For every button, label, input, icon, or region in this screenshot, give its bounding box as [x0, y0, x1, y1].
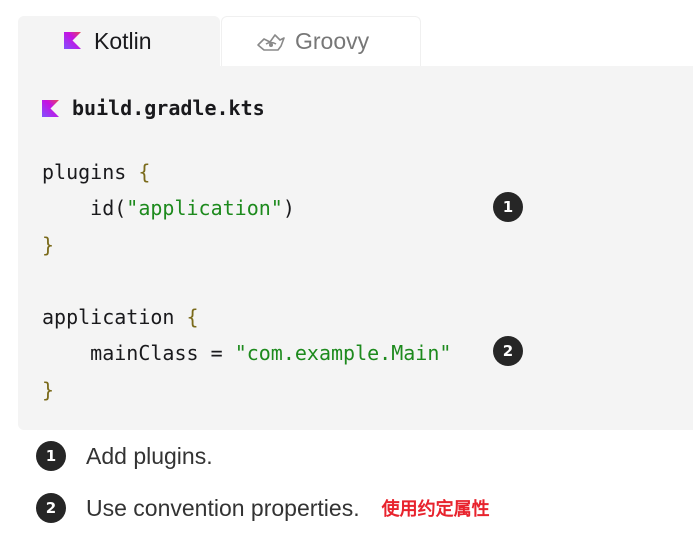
kotlin-logo-icon	[64, 32, 81, 49]
code-property: mainClass	[90, 341, 199, 366]
callout-note-2: 2 Use convention properties. 使用约定属性	[36, 493, 490, 523]
note-annotation: 使用约定属性	[381, 499, 490, 520]
tab-kotlin[interactable]: Kotlin	[18, 16, 220, 66]
kotlin-logo-icon	[42, 99, 59, 117]
code-string: "com.example.Main"	[234, 341, 452, 366]
file-header: build.gradle.kts	[42, 96, 265, 120]
code-brace: {	[138, 160, 151, 184]
language-tabs: Kotlin Groovy	[18, 16, 693, 67]
docs-page: Kotlin Groovy build.gradle.kts plugins {…	[0, 0, 693, 549]
code-callout-1: 1	[493, 192, 523, 222]
code-content[interactable]: plugins { id("application") } applicatio…	[42, 154, 451, 408]
note-callout-number: 2	[36, 493, 66, 523]
code-callout-2: 2	[493, 336, 523, 366]
tab-kotlin-label: Kotlin	[94, 27, 152, 54]
note-callout-number: 1	[36, 441, 66, 471]
file-name: build.gradle.kts	[72, 96, 265, 120]
code-keyword: plugins	[42, 160, 127, 184]
note-text: Use convention properties.	[86, 494, 360, 521]
groovy-logo-icon	[257, 34, 285, 51]
code-paren: )	[282, 196, 295, 221]
code-string: "application"	[126, 196, 283, 221]
tab-groovy[interactable]: Groovy	[221, 16, 421, 66]
code-function: id(	[90, 196, 127, 221]
code-brace: }	[42, 377, 55, 402]
callout-note-1: 1 Add plugins.	[36, 441, 213, 471]
code-brace: }	[42, 232, 55, 257]
code-block: build.gradle.kts plugins { id("applicati…	[18, 66, 693, 430]
code-keyword: application	[42, 305, 175, 330]
tab-groovy-label: Groovy	[295, 28, 370, 54]
code-brace: {	[186, 305, 199, 330]
code-operator: =	[210, 341, 223, 366]
note-text: Add plugins.	[86, 442, 213, 469]
